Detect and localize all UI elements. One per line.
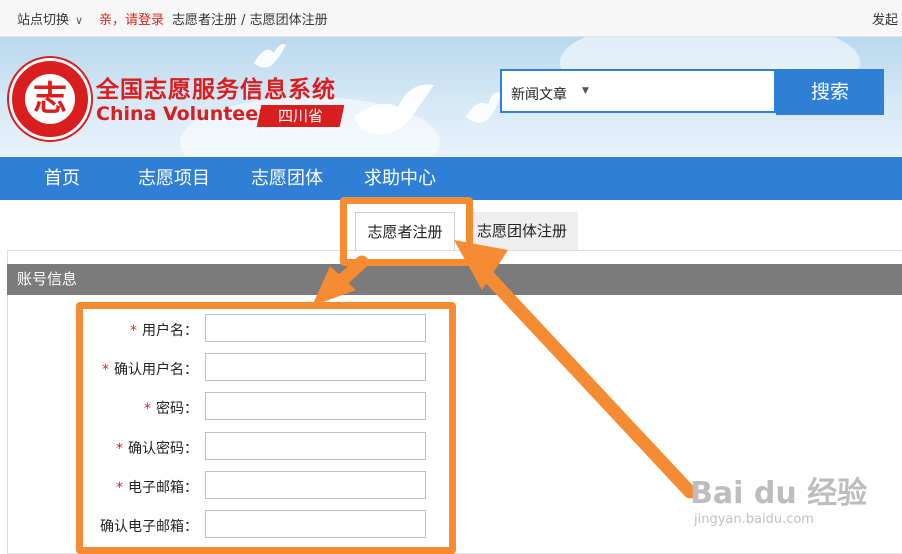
watermark-url: jingyan.baidu.com [694, 512, 814, 527]
watermark-brand: Bai du 经验 [690, 476, 868, 511]
